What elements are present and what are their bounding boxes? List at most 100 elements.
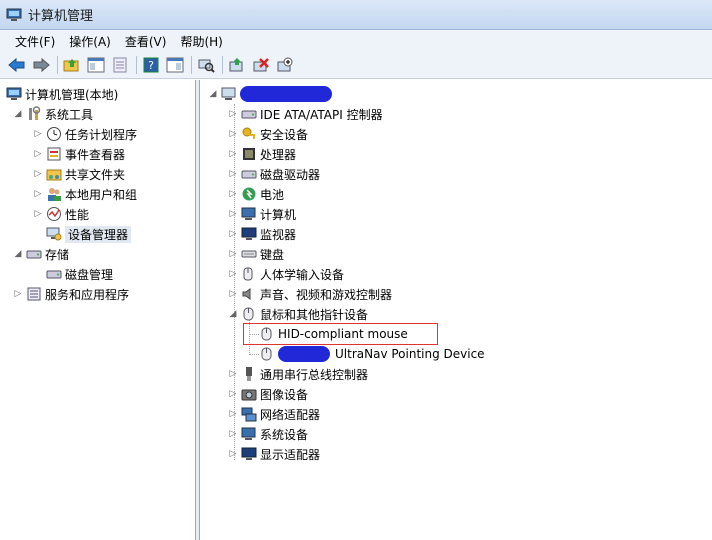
device-category-label: 监视器 bbox=[260, 227, 297, 242]
device-category-label: 图像设备 bbox=[260, 387, 309, 402]
tree-item-local-users[interactable]: ▷ 本地用户和组 bbox=[32, 184, 137, 204]
expand-arrow-icon[interactable]: ▷ bbox=[227, 368, 239, 380]
computer-management-icon bbox=[6, 87, 22, 100]
disable-button[interactable] bbox=[274, 54, 296, 76]
tree-item-root[interactable]: 计算机管理(本地) bbox=[4, 84, 118, 104]
device-category-label: 通用串行总线控制器 bbox=[260, 367, 369, 382]
keyboard-icon bbox=[241, 250, 257, 258]
back-button[interactable] bbox=[6, 54, 28, 76]
uninstall-button[interactable] bbox=[250, 54, 272, 76]
expand-arrow-icon[interactable]: ▷ bbox=[32, 148, 44, 160]
tree-item-event-viewer[interactable]: ▷ 事件查看器 bbox=[32, 144, 125, 164]
device-category-usb[interactable]: ▷ 通用串行总线控制器 bbox=[227, 364, 368, 384]
device-category-keyboard[interactable]: ▷ 键盘 bbox=[227, 244, 284, 264]
device-category-processor[interactable]: ▷ 处理器 bbox=[227, 144, 296, 164]
tree-item-label: 系统工具 bbox=[45, 107, 94, 122]
expand-arrow-icon[interactable]: ▷ bbox=[227, 388, 239, 400]
device-category-mouse[interactable]: ◢ 鼠标和其他指针设备 bbox=[227, 304, 368, 324]
device-category-hid[interactable]: ▷ 人体学输入设备 bbox=[227, 264, 344, 284]
tree-item-services-apps[interactable]: ▷ 服务和应用程序 bbox=[12, 284, 129, 304]
expand-arrow-icon[interactable]: ▷ bbox=[227, 168, 239, 180]
expand-arrow-icon[interactable]: ▷ bbox=[32, 168, 44, 180]
expand-arrow-icon[interactable]: ▷ bbox=[227, 208, 239, 220]
expand-arrow-icon[interactable]: ▷ bbox=[227, 108, 239, 120]
console-tree-button[interactable] bbox=[85, 54, 107, 76]
expand-arrow-icon[interactable]: ▷ bbox=[227, 148, 239, 160]
help-button[interactable]: ? bbox=[140, 54, 162, 76]
up-folder-icon bbox=[63, 59, 79, 72]
properties-button[interactable] bbox=[109, 54, 131, 76]
clock-icon bbox=[47, 127, 61, 141]
toolbar-separator bbox=[57, 56, 58, 74]
expand-arrow-icon[interactable]: ▷ bbox=[227, 408, 239, 420]
device-category-disk[interactable]: ▷ 磁盘驱动器 bbox=[227, 164, 320, 184]
tree-item-device-manager[interactable]: 设备管理器 bbox=[44, 224, 132, 244]
toolbar: ? bbox=[0, 52, 712, 79]
device-category-ide[interactable]: ▷ IDE ATA/ATAPI 控制器 bbox=[227, 104, 383, 124]
services-icon bbox=[27, 287, 41, 301]
forward-button[interactable] bbox=[30, 54, 52, 76]
device-category-battery[interactable]: ▷ 电池 bbox=[227, 184, 284, 204]
expand-arrow-icon[interactable]: ▷ bbox=[227, 188, 239, 200]
tree-item-storage[interactable]: ◢ 存储 bbox=[12, 244, 69, 264]
uninstall-icon bbox=[253, 58, 269, 72]
computer-icon bbox=[221, 87, 236, 100]
device-category-network[interactable]: ▷ 网络适配器 bbox=[227, 404, 320, 424]
device-ultranav[interactable]: UltraNav Pointing Device bbox=[257, 344, 485, 364]
tree-item-disk-management[interactable]: 磁盘管理 bbox=[44, 264, 113, 284]
expand-arrow-icon[interactable]: ▷ bbox=[32, 188, 44, 200]
monitor-icon bbox=[241, 227, 257, 240]
expand-arrow-icon[interactable]: ▷ bbox=[227, 448, 239, 460]
tools-icon bbox=[29, 106, 41, 120]
action-pane-button[interactable] bbox=[164, 54, 186, 76]
toolbar-separator bbox=[136, 56, 137, 74]
expand-arrow-icon[interactable]: ▷ bbox=[227, 288, 239, 300]
device-category-system[interactable]: ▷ 系统设备 bbox=[227, 424, 308, 444]
expand-arrow-icon[interactable]: ▷ bbox=[227, 268, 239, 280]
tree-item-label: 任务计划程序 bbox=[65, 127, 138, 142]
collapse-arrow-icon[interactable]: ◢ bbox=[12, 108, 24, 120]
device-category-display[interactable]: ▷ 显示适配器 bbox=[227, 444, 320, 464]
device-category-imaging[interactable]: ▷ 图像设备 bbox=[227, 384, 308, 404]
scan-hardware-button[interactable] bbox=[195, 54, 217, 76]
menu-file[interactable]: 文件(F) bbox=[8, 31, 62, 52]
tree-item-label: 计算机管理(本地) bbox=[25, 87, 119, 102]
console-tree-icon bbox=[87, 57, 105, 73]
device-tree-root[interactable]: ◢ bbox=[207, 84, 332, 104]
properties-icon bbox=[113, 57, 127, 73]
disk-management-icon bbox=[46, 270, 62, 279]
collapse-arrow-icon[interactable]: ◢ bbox=[207, 88, 219, 100]
expand-arrow-icon[interactable]: ▷ bbox=[227, 228, 239, 240]
device-category-computer[interactable]: ▷ 计算机 bbox=[227, 204, 296, 224]
toolbar-separator bbox=[222, 56, 223, 74]
update-driver-button[interactable] bbox=[226, 54, 248, 76]
expand-arrow-icon[interactable]: ▷ bbox=[32, 128, 44, 140]
menu-view[interactable]: 查看(V) bbox=[118, 31, 174, 52]
collapse-arrow-icon[interactable]: ◢ bbox=[12, 248, 24, 260]
up-folder-button[interactable] bbox=[61, 54, 83, 76]
device-category-monitor[interactable]: ▷ 监视器 bbox=[227, 224, 296, 244]
collapse-arrow-icon[interactable]: ◢ bbox=[227, 308, 239, 320]
computer-icon bbox=[241, 207, 256, 220]
toolbar-separator bbox=[191, 56, 192, 74]
tree-item-task-scheduler[interactable]: ▷ 任务计划程序 bbox=[32, 124, 137, 144]
menu-help[interactable]: 帮助(H) bbox=[173, 31, 229, 52]
expand-arrow-icon[interactable]: ▷ bbox=[227, 428, 239, 440]
mouse-icon bbox=[243, 307, 254, 321]
expand-arrow-icon[interactable]: ▷ bbox=[227, 248, 239, 260]
redacted-vendor-name bbox=[278, 346, 330, 362]
expand-arrow-icon[interactable]: ▷ bbox=[12, 288, 24, 300]
expand-arrow-icon[interactable]: ▷ bbox=[32, 208, 44, 220]
device-category-sound[interactable]: ▷ 声音、视频和游戏控制器 bbox=[227, 284, 392, 304]
tree-item-shared-folders[interactable]: ▷ 共享文件夹 bbox=[32, 164, 125, 184]
help-icon: ? bbox=[143, 57, 159, 73]
menu-action[interactable]: 操作(A) bbox=[62, 31, 118, 52]
tree-item-system-tools[interactable]: ◢ 系统工具 bbox=[12, 104, 93, 124]
processor-icon bbox=[243, 148, 255, 160]
tree-item-performance[interactable]: ▷ 性能 bbox=[32, 204, 89, 224]
expand-arrow-icon[interactable]: ▷ bbox=[227, 128, 239, 140]
device-category-label: IDE ATA/ATAPI 控制器 bbox=[260, 107, 383, 122]
disk-drive-icon bbox=[241, 170, 257, 179]
pane-splitter[interactable] bbox=[196, 80, 200, 540]
device-category-security[interactable]: ▷ 安全设备 bbox=[227, 124, 308, 144]
